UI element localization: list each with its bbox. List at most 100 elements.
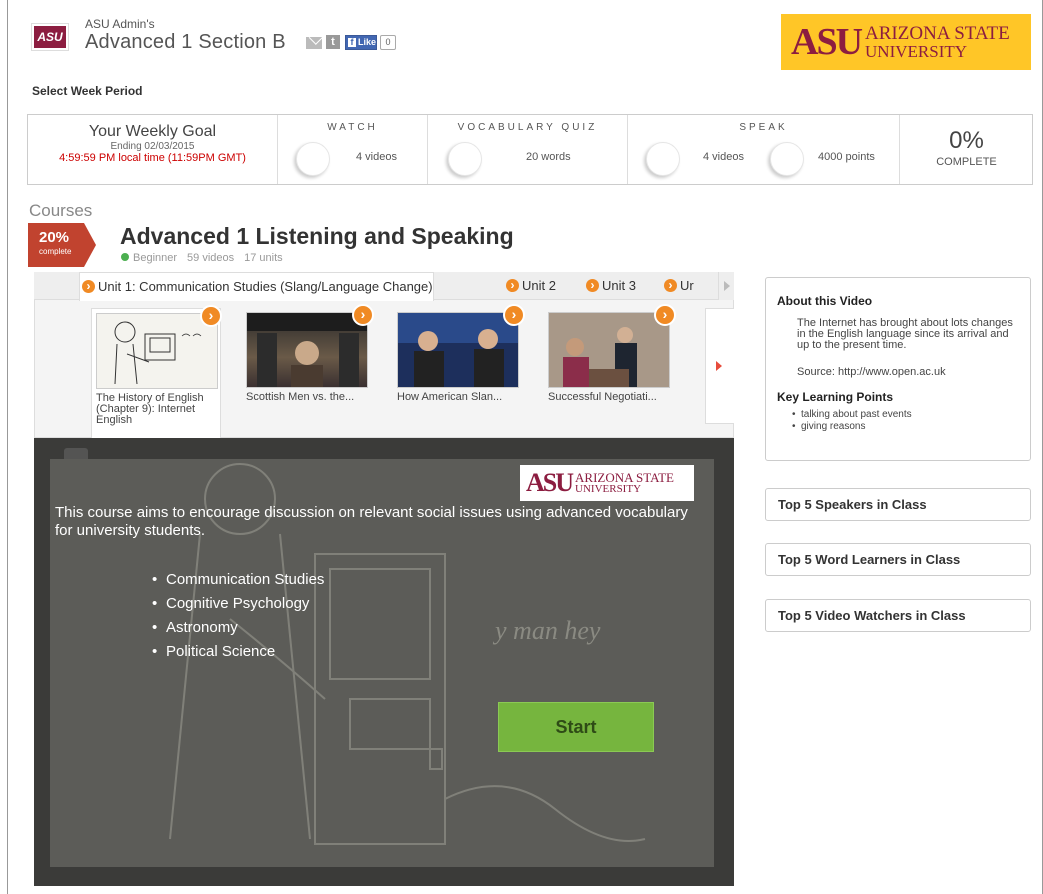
video-thumbnail bbox=[548, 312, 670, 388]
course-progress-ribbon: 20% complete bbox=[28, 223, 96, 267]
banner-line2: UNIVERSITY bbox=[865, 42, 968, 61]
logo-text: ASU bbox=[37, 30, 63, 44]
next-videos-arrow-icon[interactable] bbox=[705, 308, 734, 424]
speak-points-value: 4000 points bbox=[818, 151, 875, 163]
meeting-thumbnail-icon bbox=[549, 313, 669, 387]
course-level: Beginner bbox=[121, 252, 177, 264]
video-caption: Successful Negotiati... bbox=[548, 391, 657, 403]
player-asu-mark: ASU bbox=[526, 468, 574, 497]
tab-scroll-right-icon[interactable] bbox=[718, 272, 734, 300]
video-player[interactable]: y man hey ASU ARIZONA STATE UNIVERSITY T… bbox=[34, 438, 734, 886]
play-badge-icon[interactable]: › bbox=[503, 304, 525, 326]
course-videos: 59 videos bbox=[187, 252, 235, 264]
goal-speak: SPEAK 4 videos 4000 points bbox=[628, 115, 900, 184]
watch-value: 4 videos bbox=[356, 151, 397, 163]
weekly-goal-bar: Your Weekly Goal Ending 02/03/2015 4:59:… bbox=[27, 114, 1033, 185]
sketch-thumbnail-icon bbox=[114, 321, 202, 385]
about-title: About this Video bbox=[777, 294, 873, 308]
about-description: The Internet has brought about lots chan… bbox=[797, 317, 1013, 351]
tab-unit-1[interactable]: Unit 1: Communication Studies (Slang/Lan… bbox=[79, 272, 434, 301]
page-title: Advanced 1 Section B bbox=[85, 31, 286, 53]
speak-videos-circle bbox=[646, 142, 680, 176]
tab-unit-4[interactable]: Ur bbox=[662, 272, 694, 300]
course-meta: Beginner 59 videos 17 units bbox=[121, 252, 283, 264]
goal-ending: Ending 02/03/2015 bbox=[110, 141, 195, 152]
course-level-label: Beginner bbox=[133, 252, 178, 264]
vocab-progress-circle bbox=[448, 142, 482, 176]
topic-item: Communication Studies bbox=[152, 571, 324, 595]
asu-banner[interactable]: ASU ARIZONA STATE UNIVERSITY bbox=[781, 14, 1031, 70]
player-screen: y man hey ASU ARIZONA STATE UNIVERSITY T… bbox=[50, 459, 714, 867]
speak-videos-value: 4 videos bbox=[703, 151, 744, 163]
vocab-heading: VOCABULARY QUIZ bbox=[457, 122, 598, 133]
topic-list: Communication Studies Cognitive Psycholo… bbox=[152, 571, 324, 667]
video-card[interactable]: › How American Slan... bbox=[393, 304, 525, 434]
scene-thumbnail-icon bbox=[247, 313, 367, 387]
tab-unit-3[interactable]: Unit 3 bbox=[584, 272, 636, 300]
goal-watch: WATCH 4 videos bbox=[278, 115, 428, 184]
facebook-like-button[interactable]: f Like bbox=[345, 35, 377, 50]
goal-summary: Your Weekly Goal Ending 02/03/2015 4:59:… bbox=[28, 115, 278, 184]
key-learning-points-title: Key Learning Points bbox=[777, 390, 894, 404]
video-thumbnail bbox=[397, 312, 519, 388]
goal-deadline: 4:59:59 PM local time (11:59PM GMT) bbox=[59, 152, 246, 164]
learning-point: talking about past events bbox=[792, 409, 912, 421]
about-video-panel: About this Video The Internet has brough… bbox=[765, 277, 1031, 461]
banner-line1: ARIZONA STATE bbox=[865, 23, 1010, 44]
asu-banner-mark: ASU bbox=[791, 21, 863, 63]
course-description: This course aims to encourage discussion… bbox=[55, 504, 688, 539]
level-dot-icon bbox=[121, 253, 129, 261]
start-button[interactable]: Start bbox=[498, 702, 654, 752]
video-caption: Scottish Men vs. the... bbox=[246, 391, 355, 403]
select-week-period[interactable]: Select Week Period bbox=[32, 84, 143, 98]
about-source: Source: http://www.open.ac.uk bbox=[797, 366, 946, 378]
like-count: 0 bbox=[380, 35, 396, 50]
video-card[interactable]: › Successful Negotiati... bbox=[544, 304, 676, 434]
play-badge-icon[interactable]: › bbox=[352, 304, 374, 326]
video-thumbnail bbox=[246, 312, 368, 388]
mail-icon[interactable] bbox=[306, 37, 322, 49]
video-card[interactable]: › The History of English (Chapter 9): In… bbox=[91, 305, 222, 438]
unit-tabs: Unit 1: Communication Studies (Slang/Lan… bbox=[34, 272, 734, 301]
video-thumbnail bbox=[96, 313, 218, 389]
facebook-icon: f bbox=[348, 38, 356, 47]
learning-point: giving reasons bbox=[792, 421, 912, 433]
like-label: Like bbox=[357, 37, 376, 47]
sketch-handwriting: y man hey bbox=[492, 616, 601, 645]
speak-heading: SPEAK bbox=[739, 122, 788, 133]
goal-title: Your Weekly Goal bbox=[88, 123, 217, 140]
topic-item: Political Science bbox=[152, 643, 324, 667]
asu-banner-words: ARIZONA STATE UNIVERSITY bbox=[865, 24, 1010, 60]
play-badge-icon[interactable]: › bbox=[200, 305, 222, 327]
complete-percent: 0% bbox=[949, 127, 984, 154]
owner-label: ASU Admin's bbox=[85, 17, 155, 31]
video-caption: How American Slan... bbox=[397, 391, 503, 403]
tab-unit-2[interactable]: Unit 2 bbox=[504, 272, 556, 300]
video-caption: The History of English (Chapter 9): Inte… bbox=[96, 392, 204, 426]
course-title[interactable]: Advanced 1 Listening and Speaking bbox=[120, 223, 514, 250]
complete-label: COMPLETE bbox=[936, 156, 997, 168]
watch-heading: WATCH bbox=[327, 122, 378, 133]
speak-points-circle bbox=[770, 142, 804, 176]
course-progress-label: complete bbox=[39, 247, 72, 256]
topic-item: Cognitive Psychology bbox=[152, 595, 324, 619]
player-asu-logo: ASU ARIZONA STATE UNIVERSITY bbox=[520, 465, 694, 501]
top-word-learners-panel[interactable]: Top 5 Word Learners in Class bbox=[765, 543, 1031, 576]
goal-vocabulary: VOCABULARY QUIZ 20 words bbox=[428, 115, 628, 184]
course-units: 17 units bbox=[244, 252, 283, 264]
top-speakers-panel[interactable]: Top 5 Speakers in Class bbox=[765, 488, 1031, 521]
play-badge-icon[interactable]: › bbox=[654, 304, 676, 326]
player-asu-words: ARIZONA STATE UNIVERSITY bbox=[575, 471, 674, 495]
course-progress: 20% bbox=[39, 229, 70, 246]
tumblr-icon[interactable]: t bbox=[326, 35, 340, 49]
player-banner-line2: UNIVERSITY bbox=[575, 483, 642, 495]
top-video-watchers-panel[interactable]: Top 5 Video Watchers in Class bbox=[765, 599, 1031, 632]
key-learning-points: talking about past events giving reasons bbox=[792, 409, 912, 433]
vocab-value: 20 words bbox=[526, 151, 571, 163]
courses-heading: Courses bbox=[29, 201, 93, 220]
watch-progress-circle bbox=[296, 142, 330, 176]
asu-logo[interactable]: ASU bbox=[31, 23, 69, 51]
goal-complete: 0% COMPLETE bbox=[900, 115, 1033, 184]
news-thumbnail-icon bbox=[398, 313, 518, 387]
video-card[interactable]: › Scottish Men vs. the... bbox=[242, 304, 374, 434]
